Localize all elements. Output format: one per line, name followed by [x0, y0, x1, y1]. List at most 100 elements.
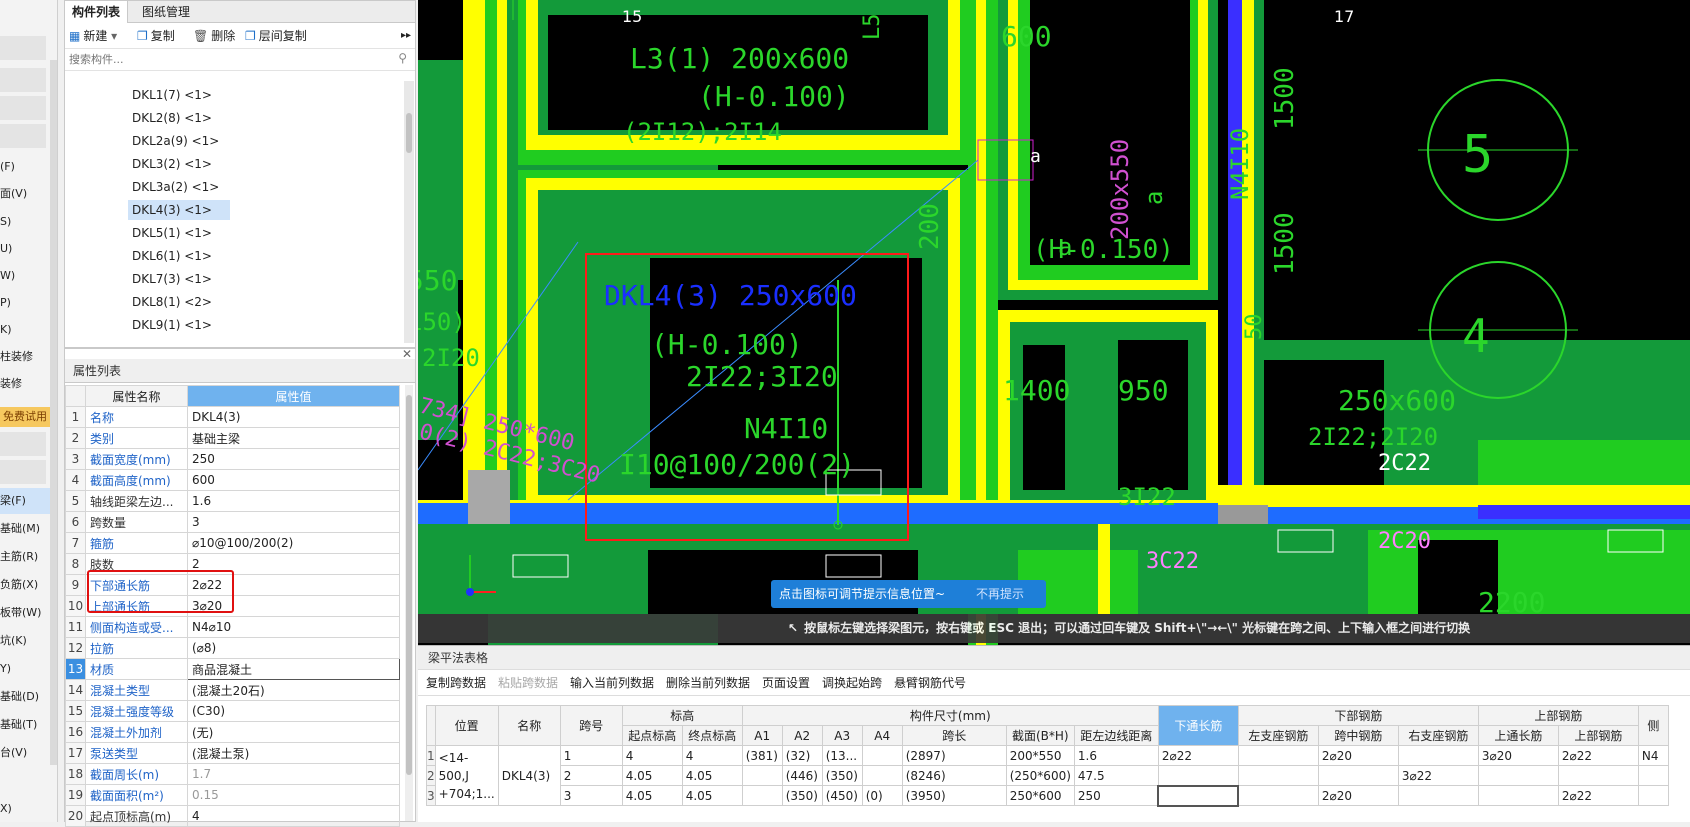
property-row[interactable]: 11 侧面构造或受... N4⌀10	[65, 616, 400, 638]
cell-span[interactable]: 1	[559, 745, 623, 766]
property-value[interactable]: (无)	[187, 721, 400, 743]
cell-mid[interactable]: 2⌀20	[1317, 745, 1399, 766]
tree-item[interactable]: DKL2a(9) <1>	[128, 131, 223, 151]
property-row[interactable]: 13 材质 商品混凝土	[65, 658, 400, 680]
property-row[interactable]: 17 泵送类型 (混凝土泵)	[65, 742, 400, 764]
cell-top[interactable]: 3⌀20	[1477, 745, 1559, 766]
property-value[interactable]: (C30)	[187, 700, 400, 722]
tree-item-selected[interactable]: DKL4(3) <1>	[128, 200, 230, 220]
property-row[interactable]: 18 截面周长(m) 1.7	[65, 763, 400, 785]
cell-lsup[interactable]	[1237, 745, 1319, 766]
cell-topbar[interactable]: 2⌀22	[1557, 745, 1639, 766]
cell-side[interactable]: N4	[1637, 745, 1669, 766]
cell-dist[interactable]: 47.5	[1073, 765, 1159, 786]
property-value[interactable]: DKL4(3)	[187, 406, 400, 428]
beam-span-row[interactable]: 3 3 4.05 4.05 (350) (450) (0) (3950) 250*600 250 2…	[426, 784, 1669, 807]
cell-dist[interactable]: 1.6	[1073, 745, 1159, 766]
drawing[interactable]: L3(1) 200x600 (H-0.100) (2I12);2I14 600 …	[418, 0, 1690, 645]
cell-end[interactable]: 4.05	[681, 785, 743, 806]
tab-drawing-management[interactable]: 图纸管理	[135, 1, 197, 23]
cell-top[interactable]	[1477, 765, 1559, 786]
nav-item[interactable]: 主筋(R)	[0, 544, 52, 570]
free-trial-badge[interactable]: 免费试用	[0, 407, 50, 427]
cell-sec[interactable]: 250*600	[1005, 785, 1075, 806]
new-button[interactable]: ▦ 新建 ▾	[69, 23, 117, 49]
tree-item[interactable]: DKL8(1) <2>	[128, 292, 216, 312]
header-bottom-through-bar[interactable]: 下通长筋	[1157, 705, 1239, 746]
cell-start[interactable]: 4	[621, 745, 683, 766]
beam-span-row[interactable]: 1 <14-500,J +704;1... DKL4(3) 1 4 4 (381) (32)(…	[426, 745, 1669, 806]
cell-dist[interactable]: 250	[1073, 785, 1159, 806]
property-value[interactable]: 1.7	[187, 763, 400, 785]
delete-button[interactable]: 🗑 删除	[193, 23, 235, 49]
nav-block[interactable]	[0, 432, 46, 456]
page-setup-button[interactable]: 页面设置	[762, 670, 810, 696]
cell-span[interactable]: 3	[559, 785, 623, 806]
tree-item[interactable]: DKL2(8) <1>	[128, 108, 216, 128]
floor-copy-button[interactable]: ❐ 层间复制	[245, 23, 307, 49]
nav-block[interactable]	[0, 36, 46, 60]
cell-mid[interactable]: 2⌀20	[1317, 785, 1399, 806]
nav-item[interactable]: 柱装修	[0, 344, 52, 370]
property-scroll-thumb[interactable]	[406, 395, 412, 775]
nav-item[interactable]: P)	[0, 290, 52, 316]
property-row[interactable]: 16 混凝土外加剂 (无)	[65, 721, 400, 743]
nav-item[interactable]: (F)	[0, 154, 52, 180]
cell-side[interactable]	[1637, 785, 1669, 806]
nav-item[interactable]: 基础(T)	[0, 712, 52, 738]
tree-item[interactable]: DKL1(7) <1>	[128, 85, 216, 105]
property-row[interactable]: 15 混凝土强度等级 (C30)	[65, 700, 400, 722]
cell-a2[interactable]: (446)	[781, 765, 823, 786]
nav-item-beam[interactable]: 梁(F)	[0, 488, 52, 514]
property-value[interactable]: 4	[187, 805, 400, 827]
cell-a4[interactable]	[861, 745, 903, 766]
cell-a1[interactable]	[741, 765, 783, 786]
cell-len[interactable]: (3950)	[901, 785, 1007, 806]
nav-item[interactable]: W)	[0, 263, 52, 289]
cell-bot[interactable]: 2⌀22	[1157, 745, 1239, 766]
cell-end[interactable]: 4.05	[681, 765, 743, 786]
component-search[interactable]: ⚲	[65, 49, 415, 71]
nav-item[interactable]: 基础(D)	[0, 684, 52, 710]
nav-item[interactable]: 台(V)	[0, 740, 52, 766]
property-row[interactable]: 3 截面宽度(mm) 250	[65, 448, 400, 470]
cell-a2[interactable]: (32)	[781, 745, 823, 766]
nav-block[interactable]	[0, 68, 46, 92]
property-value[interactable]: N4⌀10	[187, 616, 400, 638]
cell-side[interactable]	[1637, 765, 1669, 786]
cell-lsup[interactable]	[1237, 785, 1319, 806]
property-row[interactable]: 19 截面面积(m²) 0.15	[65, 784, 400, 806]
copy-span-button[interactable]: 复制跨数据	[426, 670, 486, 696]
nav-item[interactable]: 面(V)	[0, 181, 52, 207]
nav-block[interactable]	[0, 460, 46, 484]
nav-item[interactable]: 坑(K)	[0, 628, 52, 654]
search-input[interactable]	[65, 49, 385, 69]
property-value[interactable]: 250	[187, 448, 400, 470]
cell-span[interactable]: 2	[559, 765, 623, 786]
cell-a3[interactable]: (350)	[821, 765, 863, 786]
nav-block[interactable]	[0, 96, 46, 120]
cell-topbar[interactable]	[1557, 765, 1639, 786]
property-value[interactable]: ⌀10@100/200(2)	[187, 532, 400, 554]
tree-scroll-thumb[interactable]	[406, 113, 412, 153]
property-row[interactable]: 12 拉筋 (⌀8)	[65, 637, 400, 659]
cell-start[interactable]: 4.05	[621, 785, 683, 806]
input-column-button[interactable]: 输入当前列数据	[570, 670, 654, 696]
property-value[interactable]: 1.6	[187, 490, 400, 512]
cell-len[interactable]: (8246)	[901, 765, 1007, 786]
cell-rsup[interactable]	[1397, 785, 1479, 806]
close-icon[interactable]: ✕	[402, 347, 412, 361]
property-value[interactable]: 600	[187, 469, 400, 491]
property-value[interactable]: 基础主梁	[187, 427, 400, 449]
tab-component-list[interactable]: 构件列表	[65, 1, 129, 23]
tree-scrollbar[interactable]	[404, 81, 414, 343]
cell-bot[interactable]	[1157, 784, 1240, 807]
property-value[interactable]: (混凝土泵)	[187, 742, 400, 764]
property-value[interactable]: 3	[187, 511, 400, 533]
nav-item[interactable]: U)	[0, 236, 52, 262]
paste-span-button[interactable]: 粘贴跨数据	[498, 670, 558, 696]
cell-rsup[interactable]: 3⌀22	[1397, 765, 1479, 786]
cell-a1[interactable]: (381)	[741, 745, 783, 766]
swap-start-span-button[interactable]: 调换起始跨	[822, 670, 882, 696]
cell-a4[interactable]	[861, 765, 903, 786]
